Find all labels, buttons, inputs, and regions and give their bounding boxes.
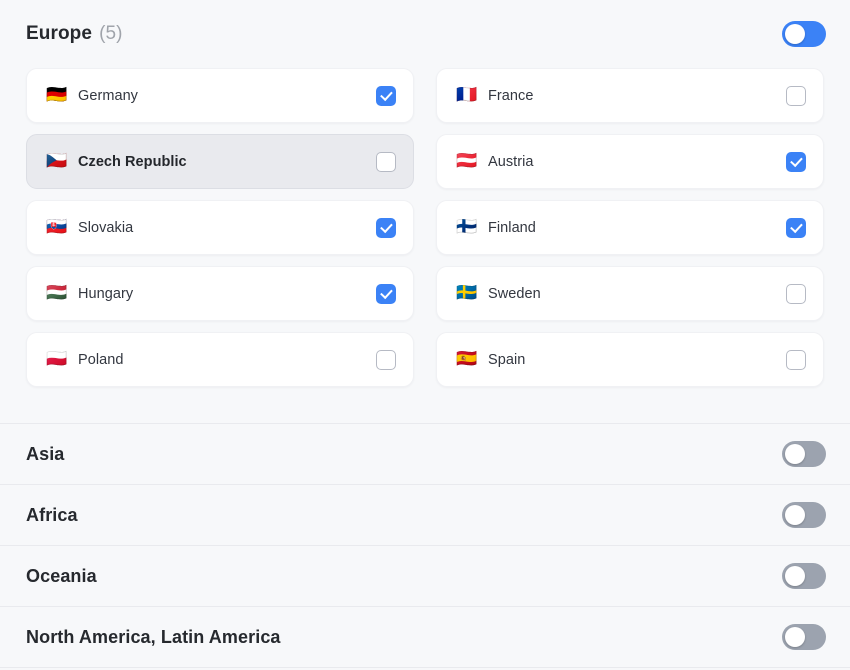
flag-icon: 🇵🇱 <box>46 349 68 369</box>
country-name-label: France <box>488 87 534 104</box>
country-row[interactable]: 🇫🇷 France <box>436 68 824 123</box>
toggle-knob <box>785 505 805 525</box>
country-name-label: Poland <box>78 351 124 368</box>
region-selected-count: (5) <box>99 23 123 44</box>
flag-icon: 🇪🇸 <box>456 349 478 369</box>
toggle-knob <box>785 566 805 586</box>
region-toggle[interactable] <box>782 502 826 528</box>
region-row[interactable]: Oceania <box>0 545 850 606</box>
bottom-divider <box>0 667 850 668</box>
collapsed-regions-list: Asia Africa Oceania North America, Latin Am… <box>0 423 850 667</box>
checkbox-checked[interactable] <box>786 217 806 238</box>
checkbox-unchecked[interactable] <box>786 349 806 370</box>
flag-icon: 🇫🇮 <box>456 217 478 237</box>
flag-icon: 🇦🇹 <box>456 151 478 171</box>
country-name-label: Slovakia <box>78 219 134 236</box>
region-toggle[interactable] <box>782 563 826 589</box>
checkbox-checked[interactable] <box>786 151 806 172</box>
checkbox-checked[interactable] <box>376 283 396 304</box>
country-row[interactable]: 🇩🇪 Germany <box>26 68 414 123</box>
country-row[interactable]: 🇦🇹 Austria <box>436 134 824 189</box>
region-row[interactable]: North America, Latin America <box>0 606 850 667</box>
checkbox-checked[interactable] <box>376 85 396 106</box>
checkbox-checked[interactable] <box>376 217 396 238</box>
country-name-label: Austria <box>488 153 534 170</box>
region-toggle[interactable] <box>782 441 826 467</box>
flag-icon: 🇭🇺 <box>46 283 68 303</box>
checkbox-unchecked[interactable] <box>786 283 806 304</box>
country-name-label: Finland <box>488 219 536 236</box>
region-row[interactable]: Asia <box>0 423 850 484</box>
country-row[interactable]: 🇫🇮 Finland <box>436 200 824 255</box>
flag-icon: 🇸🇪 <box>456 283 478 303</box>
country-grid: 🇩🇪 Germany 🇫🇷 France 🇨🇿 Czech Republic 🇦🇹 Austr… <box>0 68 850 387</box>
country-name-label: Spain <box>488 351 526 368</box>
toggle-knob <box>785 627 805 647</box>
checkbox-unchecked[interactable] <box>786 85 806 106</box>
region-toggle-europe[interactable] <box>782 21 826 47</box>
flag-icon: 🇨🇿 <box>46 151 68 171</box>
toggle-knob <box>785 444 805 464</box>
country-name-label: Sweden <box>488 285 541 302</box>
region-name-label: Asia <box>26 443 65 464</box>
region-toggle[interactable] <box>782 624 826 650</box>
toggle-knob <box>785 24 805 44</box>
region-name-label: Africa <box>26 504 78 525</box>
region-name-label: North America, Latin America <box>26 626 281 647</box>
checkbox-unchecked[interactable] <box>376 349 396 370</box>
country-row[interactable]: 🇭🇺 Hungary <box>26 266 414 321</box>
region-name-label: Oceania <box>26 565 97 586</box>
country-row[interactable]: 🇸🇰 Slovakia <box>26 200 414 255</box>
flag-icon: 🇸🇰 <box>46 217 68 237</box>
page-title: Europe <box>26 23 93 44</box>
region-header-europe: Europe (5) <box>0 0 850 68</box>
country-row[interactable]: 🇪🇸 Spain <box>436 332 824 387</box>
country-name-label: Germany <box>78 87 138 104</box>
checkbox-unchecked[interactable] <box>376 151 396 172</box>
flag-icon: 🇩🇪 <box>46 85 68 105</box>
country-name-label: Hungary <box>78 285 134 302</box>
flag-icon: 🇫🇷 <box>456 85 478 105</box>
region-row[interactable]: Africa <box>0 484 850 545</box>
country-row[interactable]: 🇸🇪 Sweden <box>436 266 824 321</box>
country-row[interactable]: 🇵🇱 Poland <box>26 332 414 387</box>
country-row[interactable]: 🇨🇿 Czech Republic <box>26 134 414 189</box>
country-name-label: Czech Republic <box>78 153 187 170</box>
